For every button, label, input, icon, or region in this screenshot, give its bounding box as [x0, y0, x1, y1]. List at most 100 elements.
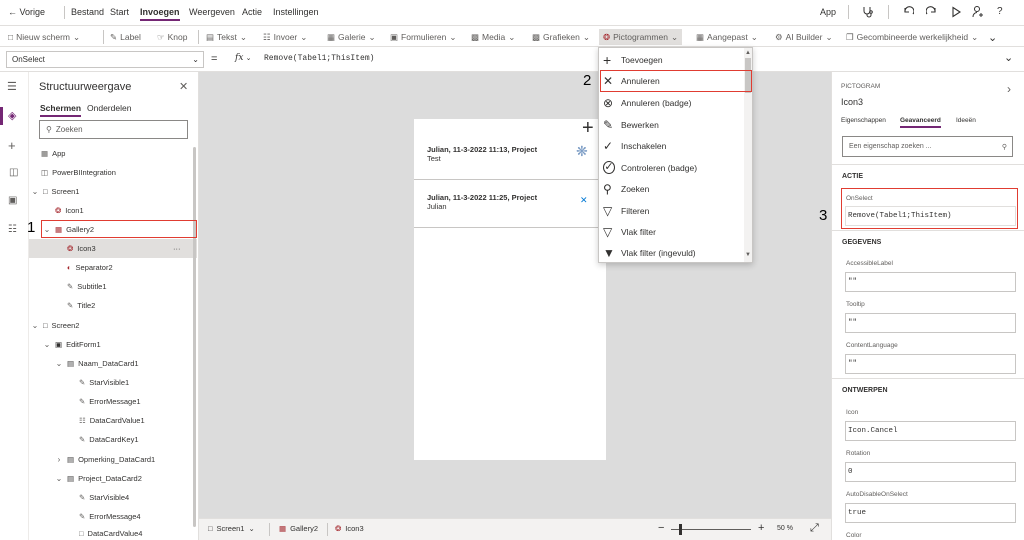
tree-node-subtitle1[interactable]: ✎ Subtitle1 [29, 277, 197, 296]
cancel-icon[interactable]: ✕ [580, 195, 588, 206]
hamburger-icon[interactable]: ☰ [7, 80, 17, 93]
tree-node-screen1[interactable]: ⌄ □ Screen1 [29, 182, 197, 201]
gallery-item[interactable]: Julian, 11-3-2022 11:25, Project Julian … [414, 180, 606, 228]
text-button[interactable]: ▤ Tekst ⌄ [206, 29, 247, 45]
app-screen[interactable]: + Julian, 11-3-2022 11:13, Project Test … [414, 117, 606, 460]
tree-node-datacardvalue1[interactable]: ☷ DataCardValue1 [29, 411, 197, 430]
media-button[interactable]: ▩ Media ⌄ [471, 29, 515, 45]
database-icon[interactable]: ◫ [9, 167, 18, 178]
breadcrumb-gallery2[interactable]: ▦ Gallery2 [279, 524, 318, 533]
tree-node-icon3[interactable]: ❂ Icon3 ··· [29, 239, 197, 258]
chevron-right-icon[interactable]: › [1007, 82, 1011, 96]
charts-button[interactable]: ▩ Grafieken ⌄ [532, 29, 590, 45]
menu-start[interactable]: Start [110, 7, 129, 17]
tree-node-starvisible4[interactable]: ✎ StarVisible4 [29, 488, 197, 507]
menu-actie[interactable]: Actie [242, 7, 262, 17]
menu-weergeven[interactable]: Weergeven [189, 7, 235, 17]
zoom-slider[interactable] [671, 529, 751, 530]
gallery-item[interactable]: Julian, 11-3-2022 11:13, Project Test ❋ [414, 132, 606, 180]
dropdown-item-add[interactable]: + Toevoegen [599, 49, 744, 70]
tree-node-errormessage4[interactable]: ✎ ErrorMessage4 [29, 507, 197, 526]
tooltip-field[interactable]: "" [845, 313, 1016, 333]
icons-button[interactable]: ❂ Pictogrammen ⌄ [599, 29, 683, 45]
ribbon-expand-chevron-icon[interactable]: ⌄ [988, 29, 997, 45]
accessiblelabel-field[interactable]: "" [845, 272, 1016, 292]
gallery-button[interactable]: ▦ Galerie ⌄ [327, 29, 376, 45]
menu-invoegen[interactable]: Invoegen [140, 7, 180, 21]
tab-advanced[interactable]: Geavanceerd [900, 117, 941, 128]
custom-button[interactable]: ▦ Aangepast ⌄ [696, 29, 758, 45]
dropdown-item-filter[interactable]: ▽ Filteren [599, 200, 744, 221]
more-options-icon[interactable]: ··· [173, 244, 181, 253]
tree-node-project-datacard2[interactable]: ⌄ ▤ Project_DataCard2 [29, 469, 197, 488]
share-user-icon[interactable] [972, 5, 985, 18]
advanced-tools-icon[interactable]: ☷ [8, 224, 17, 235]
back-button[interactable]: ← Vorige [8, 7, 45, 17]
property-search-input[interactable]: Een eigenschap zoeken ... ⚲ [842, 136, 1013, 157]
rotation-field[interactable]: 0 [845, 462, 1016, 482]
tree-node-title2[interactable]: ✎ Title2 [29, 296, 197, 315]
dropdown-item-edit[interactable]: ✎ Bewerken [599, 114, 744, 135]
tree-node-screen2[interactable]: ⌄ □ Screen2 [29, 316, 197, 335]
new-screen-button[interactable]: □ Nieuw scherm ⌄ [8, 29, 80, 45]
zoom-slider-thumb[interactable] [679, 524, 682, 535]
cancel-icon-selected[interactable]: ❋ [576, 143, 588, 160]
control-name[interactable]: Icon3 [841, 97, 863, 107]
menu-instellingen[interactable]: Instellingen [273, 7, 319, 17]
tree-search-input[interactable]: ⚲ Zoeken [39, 120, 188, 139]
breadcrumb-screen1[interactable]: □ Screen1 ⌄ [208, 524, 255, 533]
tab-components[interactable]: Onderdelen [87, 103, 131, 113]
add-icon[interactable]: + [8, 138, 16, 153]
tree-scrollbar[interactable] [193, 147, 196, 527]
scroll-down-icon[interactable]: ▼ [745, 252, 751, 258]
formula-expand-chevron-icon[interactable]: ⌄ [1004, 51, 1013, 64]
media-icon[interactable]: ▣ [8, 195, 17, 206]
help-icon[interactable]: ? [997, 6, 1003, 17]
ai-builder-button[interactable]: ⚙ AI Builder ⌄ [775, 29, 833, 45]
tab-properties[interactable]: Eigenschappen [841, 117, 886, 124]
tree-node-opmerking-datacard1[interactable]: › ▤ Opmerking_DataCard1 [29, 450, 197, 469]
layers-icon[interactable]: ◈ [8, 109, 16, 122]
scroll-up-icon[interactable]: ▲ [745, 50, 751, 56]
breadcrumb-icon3[interactable]: ❂ Icon3 [335, 524, 364, 533]
tree-node-datacardkey1[interactable]: ✎ DataCardKey1 [29, 430, 197, 449]
tree-node-datacardvalue4[interactable]: □ DataCardValue4 [29, 526, 197, 540]
icon-field[interactable]: Icon.Cancel [845, 421, 1016, 441]
dropdown-item-check[interactable]: ✓ Inschakelen [599, 135, 744, 156]
property-select[interactable]: OnSelect ⌄ [6, 51, 204, 68]
dropdown-item-filter-filled[interactable]: ▼ Vlak filter (ingevuld) [599, 242, 744, 263]
app-checker-label[interactable]: App [820, 7, 836, 17]
play-icon[interactable] [950, 6, 962, 18]
autodisable-field[interactable]: true [845, 503, 1016, 523]
fx-icon[interactable]: fx ⌄ [235, 53, 252, 63]
dropdown-item-cancel-badge[interactable]: ⊗ Annuleren (badge) [599, 92, 744, 113]
label-button[interactable]: ✎ Label [110, 29, 141, 45]
fit-to-window-icon[interactable]: ⤢ [810, 522, 819, 535]
forms-button[interactable]: ▣ Formulieren ⌄ [390, 29, 457, 45]
close-icon[interactable]: ✕ [179, 80, 188, 93]
tree-node-app[interactable]: ▦ App [29, 144, 197, 163]
tree-node-powerbi[interactable]: ◫ PowerBIIntegration [29, 163, 197, 182]
zoom-in-button[interactable]: + [758, 522, 764, 534]
redo-icon[interactable] [926, 6, 938, 18]
tree-node-errormessage1[interactable]: ✎ ErrorMessage1 [29, 392, 197, 411]
contentlanguage-field[interactable]: "" [845, 354, 1016, 374]
zoom-out-button[interactable]: − [658, 522, 664, 534]
dropdown-item-filter-flat[interactable]: ▽ Vlak filter [599, 221, 744, 242]
tree-node-naam-datacard1[interactable]: ⌄ ▤ Naam_DataCard1 [29, 354, 197, 373]
tab-ideas[interactable]: Ideeën [956, 117, 976, 124]
formula-input[interactable]: Remove(Tabel1;ThisItem) [264, 54, 374, 63]
tree-node-starvisible1[interactable]: ✎ StarVisible1 [29, 373, 197, 392]
button-button[interactable]: ☞ Knop [157, 29, 187, 45]
dropdown-item-search[interactable]: ⚲ Zoeken [599, 178, 744, 199]
menu-bestand[interactable]: Bestand [71, 7, 104, 17]
input-button[interactable]: ☷ Invoer ⌄ [263, 29, 307, 45]
tree-node-icon1[interactable]: ❂ Icon1 [29, 201, 197, 220]
tab-screens[interactable]: Schermen [40, 103, 82, 117]
tree-node-separator2[interactable]: ◐ Separator2 [29, 258, 197, 277]
tree-node-editform1[interactable]: ⌄ ▣ EditForm1 [29, 335, 197, 354]
dropdown-item-check-badge[interactable]: ✓ Controleren (badge) [599, 157, 744, 178]
mixed-reality-button[interactable]: ❐ Gecombineerde werkelijkheid ⌄ [846, 29, 978, 45]
stethoscope-icon[interactable] [862, 6, 874, 18]
undo-icon[interactable] [902, 6, 914, 18]
